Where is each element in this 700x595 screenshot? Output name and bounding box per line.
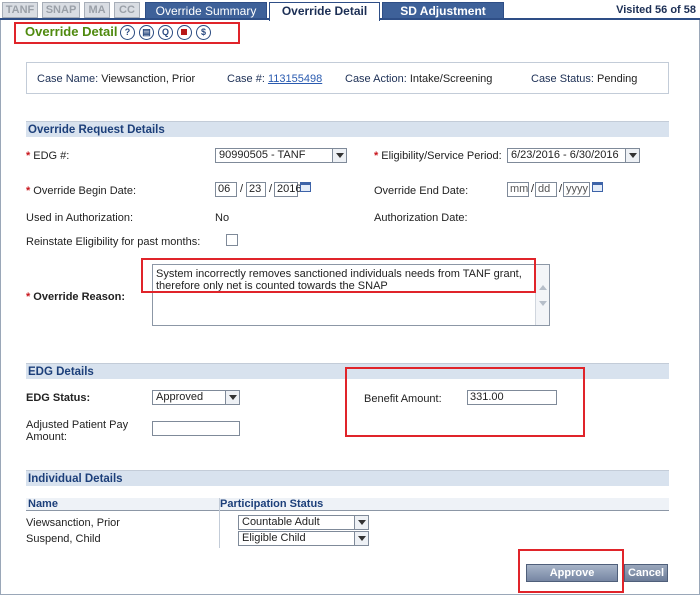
case-number-link[interactable]: 113155498 bbox=[268, 73, 322, 85]
case-status-label: Case Status: bbox=[531, 73, 594, 85]
used-in-auth-value: No bbox=[215, 212, 230, 224]
document-icon[interactable]: ▤ bbox=[139, 25, 154, 40]
used-in-auth-label: Used in Authorization: bbox=[26, 212, 134, 224]
end-day-input[interactable]: dd bbox=[535, 182, 557, 197]
tab-cc[interactable]: CC bbox=[114, 2, 140, 18]
tab-sd-adjustment[interactable]: SD Adjustment bbox=[382, 2, 504, 19]
case-number: Case #: 113155498 bbox=[227, 73, 322, 85]
auth-date-label: Authorization Date: bbox=[374, 212, 468, 224]
chevron-down-icon bbox=[625, 149, 639, 162]
participation-status-value-1: Countable Adult bbox=[242, 516, 320, 528]
tab-tanf[interactable]: TANF bbox=[2, 2, 38, 18]
column-divider bbox=[219, 498, 220, 548]
participation-status-select-2[interactable]: Eligible Child bbox=[238, 531, 369, 546]
calendar-icon[interactable] bbox=[592, 182, 603, 192]
patient-pay-input[interactable] bbox=[152, 421, 240, 436]
date-separator: / bbox=[531, 183, 535, 195]
tab-snap[interactable]: SNAP bbox=[42, 2, 80, 18]
chevron-down-icon bbox=[332, 149, 346, 162]
participation-status-value-2: Eligible Child bbox=[242, 532, 306, 544]
case-status: Case Status: Pending bbox=[531, 73, 637, 85]
reinstate-checkbox[interactable] bbox=[226, 234, 238, 246]
edg-label: EDG #: bbox=[26, 150, 69, 162]
participation-status-select-1[interactable]: Countable Adult bbox=[238, 515, 369, 530]
tab-override-detail[interactable]: Override Detail bbox=[269, 2, 380, 21]
date-separator: / bbox=[240, 183, 244, 195]
calendar-icon[interactable] bbox=[300, 182, 311, 192]
chevron-down-icon bbox=[354, 532, 368, 545]
case-number-label: Case #: bbox=[227, 73, 265, 85]
begin-year-input[interactable]: 2016 bbox=[274, 182, 301, 197]
case-name-value: Viewsanction, Prior bbox=[101, 73, 196, 85]
stop-icon[interactable] bbox=[177, 25, 192, 40]
begin-date-label: Override Begin Date: bbox=[26, 185, 136, 197]
begin-day-input[interactable]: 23 bbox=[246, 182, 266, 197]
query-icon[interactable]: Q bbox=[158, 25, 173, 40]
individuals-table-header: Name Participation Status bbox=[26, 498, 669, 511]
case-action-value: Intake/Screening bbox=[409, 73, 493, 85]
override-reason-label: Override Reason: bbox=[26, 291, 125, 303]
individual-name-1: Viewsanction, Prior bbox=[26, 517, 120, 529]
case-status-value: Pending bbox=[597, 73, 638, 85]
individual-details-header: Individual Details bbox=[26, 470, 669, 486]
case-action: Case Action: Intake/Screening bbox=[345, 73, 492, 85]
end-month-input[interactable]: mm bbox=[507, 182, 529, 197]
period-select[interactable]: 6/23/2016 - 6/30/2016 bbox=[507, 148, 640, 163]
patient-pay-label: Adjusted Patient Pay Amount: bbox=[26, 419, 129, 443]
reinstate-label: Reinstate Eligibility for past months: bbox=[26, 236, 201, 248]
case-summary-panel: Case Name: Viewsanction, Prior Case #: 1… bbox=[26, 62, 669, 94]
tab-override-summary[interactable]: Override Summary bbox=[145, 2, 267, 19]
benefit-highlight-box bbox=[345, 367, 585, 437]
case-name: Case Name: Viewsanction, Prior bbox=[37, 73, 195, 85]
end-date-label: Override End Date: bbox=[374, 185, 469, 197]
approve-highlight-box bbox=[518, 549, 624, 593]
edg-status-value: Approved bbox=[156, 391, 204, 403]
help-icon[interactable]: ? bbox=[120, 25, 135, 40]
edg-status-label: EDG Status: bbox=[26, 392, 91, 404]
textarea-scrollbar[interactable] bbox=[535, 265, 549, 325]
case-action-label: Case Action: bbox=[345, 73, 407, 85]
chevron-down-icon bbox=[354, 516, 368, 529]
visited-count: Visited 56 of 58 bbox=[616, 4, 696, 16]
period-select-value: 6/23/2016 - 6/30/2016 bbox=[511, 149, 619, 161]
tab-strip: TANF SNAP MA CC Override Summary Overrid… bbox=[0, 0, 700, 21]
begin-month-input[interactable]: 06 bbox=[215, 182, 237, 197]
override-request-header: Override Request Details bbox=[26, 121, 669, 137]
page-title: Override Detail bbox=[25, 24, 118, 39]
tab-ma[interactable]: MA bbox=[84, 2, 110, 18]
edg-select[interactable]: 90990505 - TANF bbox=[215, 148, 347, 163]
col-status-header: Participation Status bbox=[220, 498, 324, 510]
edg-status-select[interactable]: Approved bbox=[152, 390, 240, 405]
date-separator: / bbox=[559, 183, 563, 195]
end-year-input[interactable]: yyyy bbox=[563, 182, 590, 197]
individual-name-2: Suspend, Child bbox=[26, 533, 101, 545]
chevron-down-icon bbox=[225, 391, 239, 404]
edg-select-value: 90990505 - TANF bbox=[219, 149, 306, 161]
col-name-header: Name bbox=[28, 498, 58, 510]
cancel-button[interactable]: Cancel bbox=[624, 564, 668, 582]
date-separator: / bbox=[269, 183, 273, 195]
dollar-icon[interactable]: $ bbox=[196, 25, 211, 40]
reason-highlight-box bbox=[141, 258, 536, 293]
period-label: Eligibility/Service Period: bbox=[374, 150, 501, 162]
case-name-label: Case Name: bbox=[37, 73, 99, 85]
